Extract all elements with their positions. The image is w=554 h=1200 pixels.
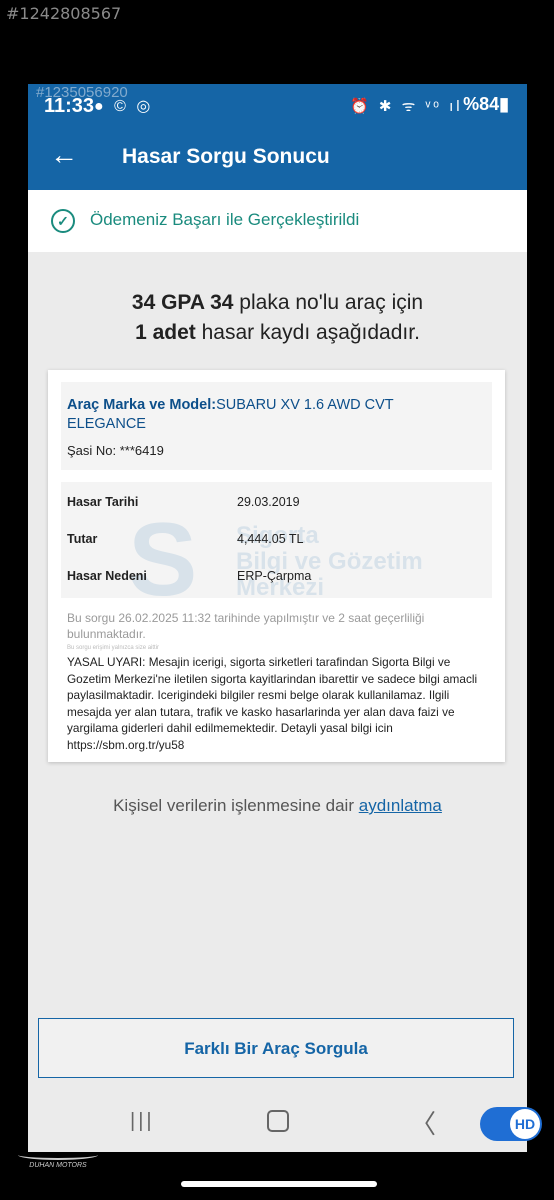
notification-icons: ● © ◎ [94,98,154,115]
damage-amount-value: 4,444.05 TL [237,532,304,546]
privacy-text: Kişisel verilerin işlenmesine dair [113,796,359,815]
chassis-label: Şasi No: [67,443,120,458]
sbm-logo-letter: S [128,502,198,618]
query-another-vehicle-button[interactable]: Farklı Bir Araç Sorgula [38,1018,514,1078]
privacy-link[interactable]: aydınlatma [359,796,442,815]
damage-date-label: Hasar Tarihi [67,495,139,509]
hd-toggle[interactable]: HD [480,1107,542,1141]
hd-label: HD [510,1109,540,1139]
app-bar: ← Hasar Sorgu Sonucu [28,126,527,190]
plate-number: 34 GPA 34 [131,291,234,314]
damage-date-row: Hasar Tarihi 29.03.2019 [67,495,300,509]
payment-success-text: Ödemeniz Başarı ile Gerçekleştirildi [90,210,360,229]
result-headline: 34 GPA 34 plaka no'lu araç için 1 adet h… [28,288,527,348]
headline-line-1: 34 GPA 34 plaka no'lu araç için [28,288,527,318]
privacy-notice: Kişisel verilerin işlenmesine dair aydın… [28,796,527,816]
page-title: Hasar Sorgu Sonucu [122,145,330,168]
damage-record-card: S Sigorta Bilgi ve Gözetim Merkezi Araç … [48,370,505,762]
legal-warning: YASAL UYARI: Mesajin icerigi, sigorta si… [67,655,478,752]
damage-amount-row: Tutar 4,444.05 TL [67,532,304,546]
vehicle-brand-model: Araç Marka ve Model:SUBARU XV 1.6 AWD CV… [67,396,427,434]
system-status-icons: ⏰ ✱ ᯤ ᵛᵒ ıl [350,98,463,115]
back-arrow-icon[interactable]: ← [50,140,78,170]
sbm-logo-watermark: S Sigorta Bilgi ve Gözetim Merkezi [128,505,458,615]
damage-reason-value: ERP-Çarpma [237,569,312,583]
battery-level: %84▮ [463,94,509,114]
damage-date-value: 29.03.2019 [237,495,300,509]
phone-screen: #1235056920 11:33 ● © ◎ ⏰ ✱ ᯤ ᵛᵒ ıl %84▮… [28,84,527,1152]
back-nav-icon[interactable]: 〈 [410,1104,436,1141]
chassis-number: Şasi No: ***6419 [67,443,164,458]
recent-apps-icon[interactable]: ||| [130,1110,155,1133]
payment-success-banner: ✓ Ödemeniz Başarı ile Gerçekleştirildi [28,190,527,252]
status-time: 11:33 [44,95,95,117]
watermark-id: #1242808567 [6,4,122,23]
logo-swoosh-icon [18,1150,98,1160]
brand-label: Araç Marka ve Model: [67,397,217,413]
query-validity-note: Bu sorgu 26.02.2025 11:32 tarihinde yapı… [67,611,425,641]
record-count: 1 adet [135,321,196,344]
headline-line-2-rest: hasar kaydı aşağıdadır. [195,321,420,344]
chassis-value: ***6419 [119,443,164,458]
home-icon[interactable] [267,1110,289,1132]
headline-line-2: 1 adet hasar kaydı aşağıdadır. [28,318,527,348]
damage-reason-label: Hasar Nedeni [67,569,147,583]
status-bar: #1235056920 11:33 ● © ◎ ⏰ ✱ ᯤ ᵛᵒ ıl %84▮ [28,84,527,126]
dealer-logo-text: DUHAN MOTORS [29,1162,87,1169]
dealer-logo: DUHAN MOTORS [18,1150,98,1169]
fine-print: Bu sorgu erişimi yalnızca size aittir [67,645,160,651]
android-nav-bar: ||| 〈 [28,1088,527,1152]
damage-reason-row: Hasar Nedeni ERP-Çarpma [67,569,311,583]
home-indicator[interactable] [181,1181,377,1187]
damage-amount-label: Tutar [67,532,98,546]
headline-line-1-rest: plaka no'lu araç için [233,291,424,314]
check-circle-icon: ✓ [51,209,75,233]
